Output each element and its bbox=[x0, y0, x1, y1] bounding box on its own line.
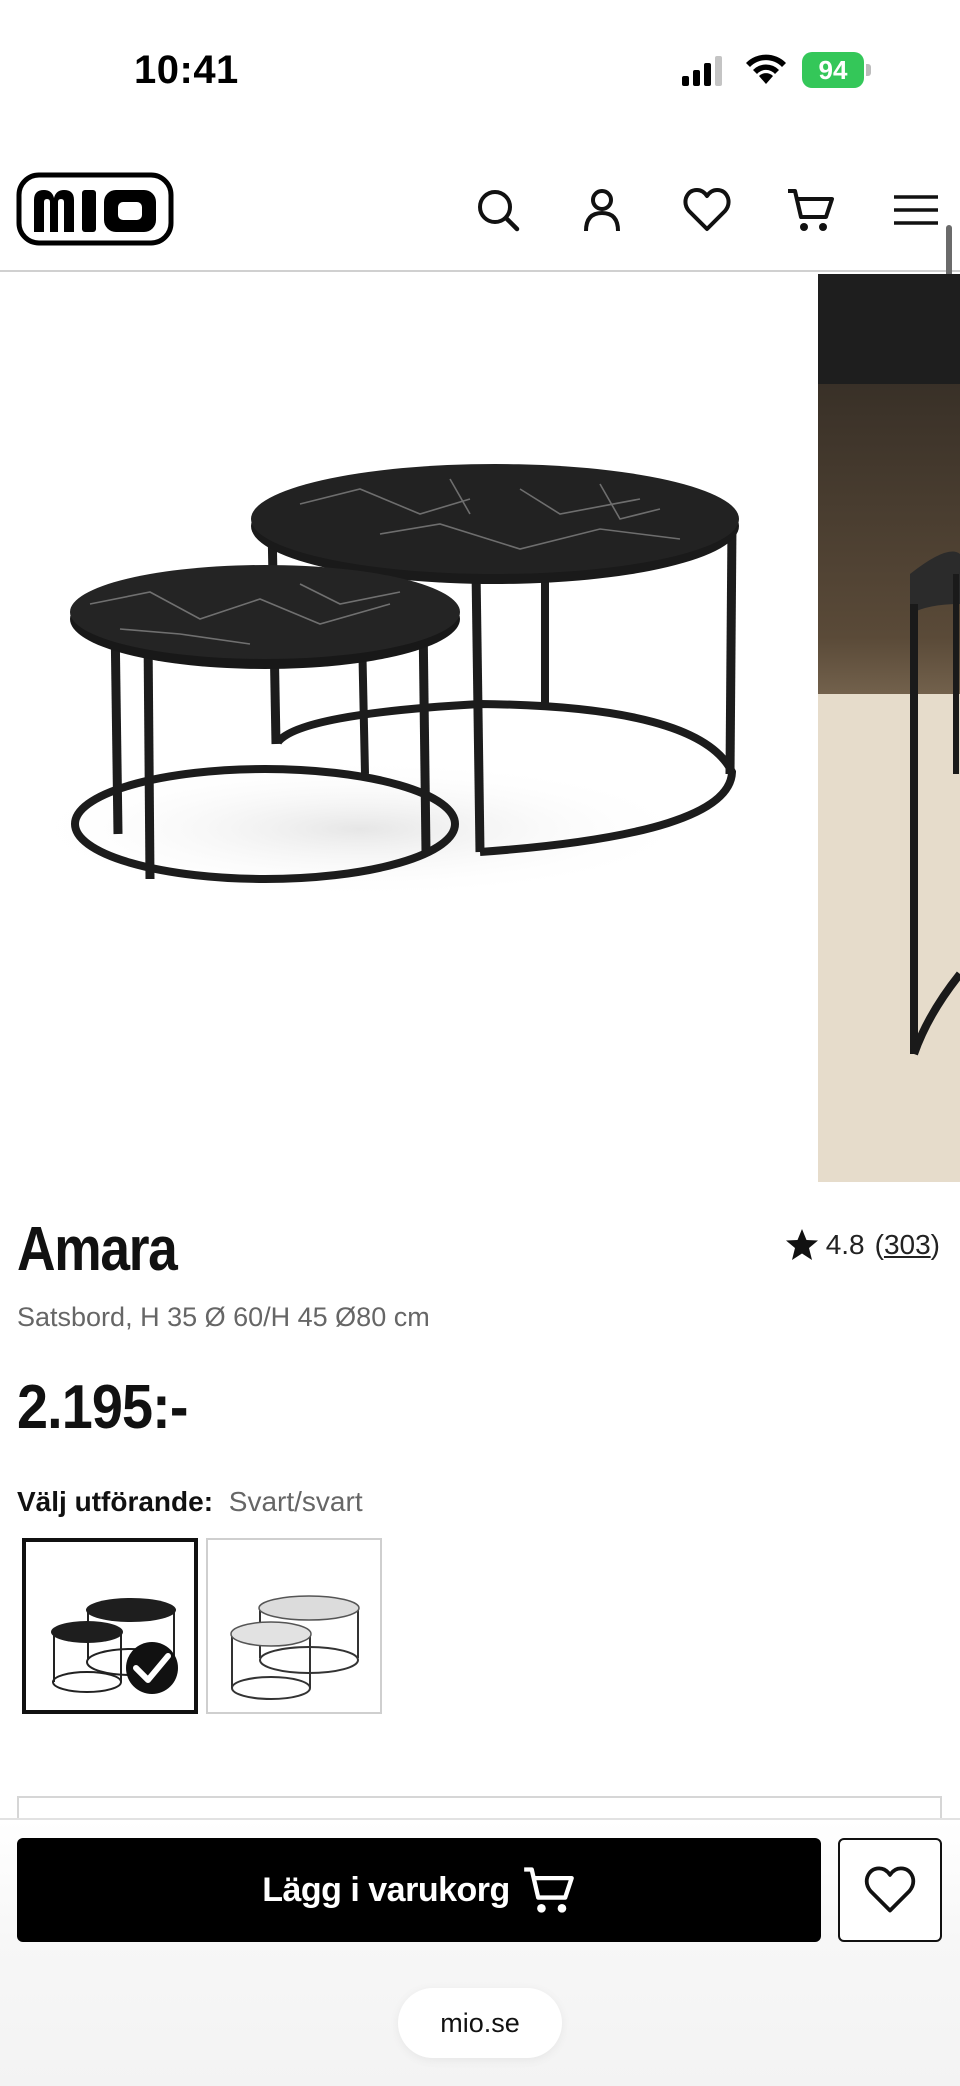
browser-url-pill[interactable]: mio.se bbox=[398, 1988, 562, 2058]
product-price: 2.195:- bbox=[17, 1373, 188, 1442]
cellular-signal-icon bbox=[682, 56, 722, 86]
cart-button[interactable] bbox=[783, 182, 839, 238]
product-rating[interactable]: 4.8 ( 303 ) bbox=[784, 1224, 940, 1266]
add-to-cart-button[interactable]: Lägg i varukorg bbox=[17, 1838, 821, 1942]
variant-selector-label: Välj utförande: Svart/svart bbox=[17, 1486, 363, 1518]
review-count-link[interactable]: 303 bbox=[884, 1229, 931, 1261]
variant-swatch-black[interactable] bbox=[22, 1538, 198, 1714]
rating-open-paren: ( bbox=[874, 1229, 884, 1260]
add-to-cart-label: Lägg i varukorg bbox=[262, 1870, 510, 1909]
rating-close-paren: ) bbox=[930, 1229, 940, 1260]
account-icon bbox=[584, 189, 620, 232]
product-image-marble-black[interactable] bbox=[0, 274, 818, 1182]
wishlist-header-button[interactable] bbox=[679, 182, 735, 238]
wifi-icon bbox=[746, 54, 786, 84]
variant-selected-value: Svart/svart bbox=[228, 1486, 363, 1517]
menu-button[interactable] bbox=[888, 182, 944, 238]
status-time: 10:41 bbox=[134, 48, 239, 92]
search-icon bbox=[478, 190, 520, 232]
account-button[interactable] bbox=[574, 182, 630, 238]
mio-logo[interactable] bbox=[16, 172, 174, 246]
variant-label: Välj utförande: bbox=[17, 1486, 214, 1517]
menu-icon bbox=[894, 195, 938, 225]
battery-indicator: 94 bbox=[802, 52, 872, 88]
product-title: Amara bbox=[17, 1215, 178, 1284]
sticky-action-bar: Lägg i varukorg mio.se bbox=[0, 1818, 960, 2086]
add-to-wishlist-button[interactable] bbox=[838, 1838, 942, 1942]
cart-icon bbox=[788, 189, 834, 231]
cart-icon bbox=[523, 1867, 574, 1913]
search-button[interactable] bbox=[470, 182, 526, 238]
product-image-lifestyle[interactable] bbox=[818, 274, 960, 1182]
status-bar: 10:41 94 bbox=[0, 0, 960, 130]
battery-percent: 94 bbox=[818, 55, 848, 85]
rating-value: 4.8 bbox=[825, 1229, 865, 1260]
heart-icon bbox=[683, 188, 731, 231]
site-header bbox=[0, 160, 960, 272]
selected-check-icon bbox=[126, 1642, 178, 1694]
variant-swatch-white[interactable] bbox=[206, 1538, 382, 1714]
heart-icon bbox=[864, 1866, 916, 1913]
product-subtitle: Satsbord, H 35 Ø 60/H 45 Ø80 cm bbox=[17, 1302, 430, 1332]
star-icon bbox=[785, 1229, 818, 1260]
product-gallery[interactable] bbox=[0, 274, 960, 1182]
